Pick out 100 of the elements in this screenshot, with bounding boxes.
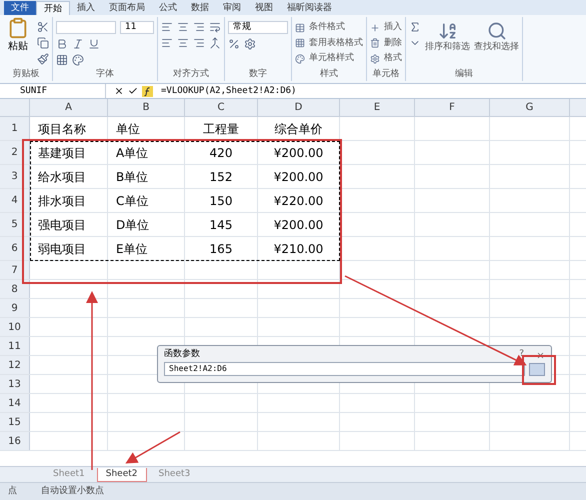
align-left-icon[interactable] — [161, 21, 173, 33]
status-message: 自动设置小数点 — [41, 484, 104, 498]
font-name-field[interactable] — [56, 21, 116, 34]
table-cell-text: D单位 — [116, 216, 150, 234]
table-cell-text: B单位 — [116, 168, 148, 186]
table-cell-text: 工程量 — [203, 120, 239, 138]
fill-color-icon[interactable] — [72, 54, 84, 66]
range-input-field[interactable]: Sheet2!A2:D6 — [164, 362, 525, 376]
dialog-title: 函数参数 — [164, 348, 200, 362]
ribbon-tab[interactable]: 公式 — [152, 1, 184, 15]
underline-icon[interactable] — [88, 38, 100, 50]
row-header[interactable]: 4 — [0, 189, 30, 212]
grid-icon — [295, 38, 305, 48]
insert-function-icon[interactable] — [142, 86, 153, 96]
row-header[interactable]: 11 — [0, 337, 30, 355]
clipboard-icon — [7, 17, 29, 39]
ribbon-tab[interactable]: 插入 — [70, 1, 102, 15]
wrap-text-icon[interactable] — [209, 21, 221, 33]
align-center-icon[interactable] — [177, 21, 189, 33]
table-cell-text: ¥200.00 — [274, 168, 324, 186]
row-header[interactable]: 2 — [0, 141, 30, 164]
align-right-icon[interactable] — [193, 37, 205, 49]
ribbon-button[interactable]: 格式 — [370, 52, 402, 66]
ribbon-button[interactable]: 删除 — [370, 36, 402, 50]
ribbon-button[interactable]: 查找和选择 — [474, 21, 519, 54]
italic-icon[interactable] — [72, 38, 84, 50]
cancel-icon[interactable] — [114, 86, 124, 96]
table-cell-text: 强电项目 — [38, 216, 86, 234]
row-header[interactable]: 15 — [0, 413, 30, 431]
percent-icon[interactable] — [228, 38, 240, 50]
row-header[interactable]: 3 — [0, 165, 30, 188]
help-button[interactable]: ? — [519, 348, 524, 362]
font-size-field[interactable]: 11 — [120, 21, 154, 34]
row-header[interactable]: 1 — [0, 117, 30, 140]
status-mode: 点 — [8, 484, 17, 498]
table-cell-text: 弱电项目 — [38, 240, 86, 258]
row-header[interactable]: 10 — [0, 318, 30, 336]
enter-icon[interactable] — [128, 86, 138, 96]
ribbon-tab[interactable]: 视图 — [248, 1, 280, 15]
sheet-tab[interactable]: Sheet2 — [96, 468, 146, 482]
column-header[interactable]: E — [340, 99, 415, 116]
gear-icon — [370, 54, 380, 64]
table-cell-text: ¥220.00 — [274, 192, 324, 210]
table-cell-text: 152 — [210, 168, 232, 186]
column-header[interactable]: F — [415, 99, 490, 116]
paste-button[interactable]: 粘贴 — [3, 17, 33, 54]
table-cell-text: 基建项目 — [38, 144, 86, 162]
row-header[interactable]: 6 — [0, 237, 30, 260]
column-header[interactable]: G — [490, 99, 570, 116]
formula-field[interactable]: =VLOOKUP(A2,Sheet2!A2:D6) — [161, 84, 586, 98]
table-cell-text: 单位 — [116, 120, 140, 138]
ribbon-button[interactable]: 单元格样式 — [295, 52, 363, 66]
table-cell-text: ¥210.00 — [274, 240, 324, 258]
align-left-icon[interactable] — [161, 37, 173, 49]
number-format-field[interactable]: 常规 — [228, 21, 288, 34]
row-header[interactable]: 8 — [0, 280, 30, 298]
trash-icon — [370, 38, 380, 48]
group-label: 单元格 — [372, 68, 400, 80]
table-cell-text: ¥200.00 — [274, 216, 324, 234]
group-label: 样式 — [319, 68, 339, 80]
paintbrush-icon[interactable] — [37, 53, 49, 65]
row-header[interactable]: 16 — [0, 432, 30, 450]
column-header[interactable]: C — [185, 99, 258, 116]
sum-icon[interactable] — [409, 21, 421, 33]
group-label: 剪贴板 — [12, 68, 40, 80]
annotation-arrow — [125, 431, 180, 464]
ribbon-tab[interactable]: 文件 — [4, 1, 36, 15]
column-header[interactable]: A — [30, 99, 108, 116]
row-header[interactable]: 13 — [0, 375, 30, 393]
expand-dialog-button[interactable] — [529, 362, 545, 376]
column-header[interactable]: B — [108, 99, 185, 116]
row-header[interactable]: 7 — [0, 261, 30, 279]
align-right-icon[interactable] — [193, 21, 205, 33]
table-cell-text: 165 — [210, 240, 232, 258]
table-cell-text: A单位 — [116, 144, 148, 162]
align-center-icon[interactable] — [177, 37, 189, 49]
ribbon-button[interactable]: 条件格式 — [295, 21, 363, 34]
close-icon[interactable] — [536, 350, 545, 360]
ribbon-tab[interactable]: 开始 — [36, 1, 70, 15]
sort-icon — [438, 21, 458, 41]
ribbon-tab[interactable]: 审阅 — [216, 1, 248, 15]
name-box[interactable]: SUNIF — [0, 84, 106, 98]
cut-icon[interactable] — [37, 21, 49, 33]
ribbon-tab[interactable]: 页面布局 — [102, 1, 152, 15]
bold-icon[interactable] — [56, 38, 68, 50]
ribbon-button[interactable]: 插入 — [370, 21, 402, 34]
ribbon-tab[interactable]: 福昕阅读器 — [280, 1, 339, 15]
ribbon-tab[interactable]: 数据 — [184, 1, 216, 15]
table-cell-text: 给水项目 — [38, 168, 86, 186]
border-icon[interactable] — [56, 54, 68, 66]
row-header[interactable]: 9 — [0, 299, 30, 317]
ribbon-button[interactable]: 套用表格格式 — [295, 36, 363, 50]
row-header[interactable]: 5 — [0, 213, 30, 236]
table-cell-text: 420 — [210, 144, 232, 162]
copy-icon[interactable] — [37, 37, 49, 49]
table-cell-text: 145 — [210, 216, 232, 234]
row-header[interactable]: 12 — [0, 356, 30, 374]
ribbon-button[interactable]: 排序和筛选 — [425, 21, 470, 54]
row-header[interactable]: 14 — [0, 394, 30, 412]
column-header[interactable]: D — [258, 99, 340, 116]
